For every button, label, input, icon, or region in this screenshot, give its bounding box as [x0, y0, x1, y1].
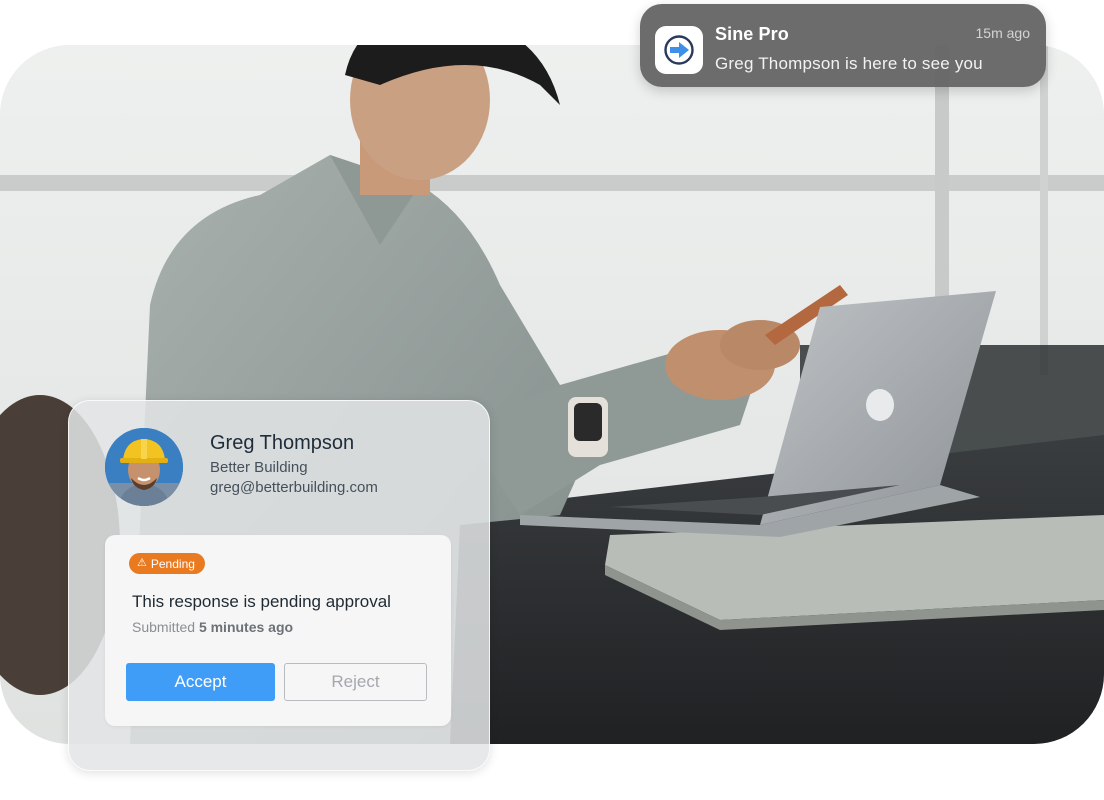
- submitted-info: Submitted 5 minutes ago: [132, 619, 293, 635]
- app-icon: [655, 26, 703, 74]
- approval-title: This response is pending approval: [132, 592, 391, 611]
- notification-app-name: Sine Pro: [715, 24, 789, 44]
- approval-panel: ⚠ Pending This response is pending appro…: [105, 535, 451, 726]
- reject-button[interactable]: Reject: [284, 663, 427, 701]
- submitted-time: 5 minutes ago: [198, 619, 294, 635]
- accept-button[interactable]: Accept: [126, 663, 275, 701]
- warning-icon: ⚠: [137, 557, 147, 569]
- notification-message: Greg Thompson is here to see you: [715, 54, 983, 73]
- notification-time: 15m ago: [975, 25, 1030, 41]
- arrow-right-circle-icon: [664, 35, 694, 65]
- submitted-prefix: Submitted: [132, 619, 199, 635]
- visitor-email: greg@betterbuilding.com: [210, 479, 378, 496]
- visitor-card: Greg Thompson Better Building greg@bette…: [68, 400, 490, 771]
- avatar: [105, 428, 183, 506]
- push-notification[interactable]: Sine Pro 15m ago Greg Thompson is here t…: [640, 4, 1046, 87]
- construction-worker-avatar: [105, 428, 183, 506]
- visitor-name: Greg Thompson: [210, 432, 355, 454]
- status-badge: ⚠ Pending: [129, 553, 205, 574]
- visitor-company: Better Building: [210, 459, 308, 476]
- status-badge-label: Pending: [150, 556, 195, 571]
